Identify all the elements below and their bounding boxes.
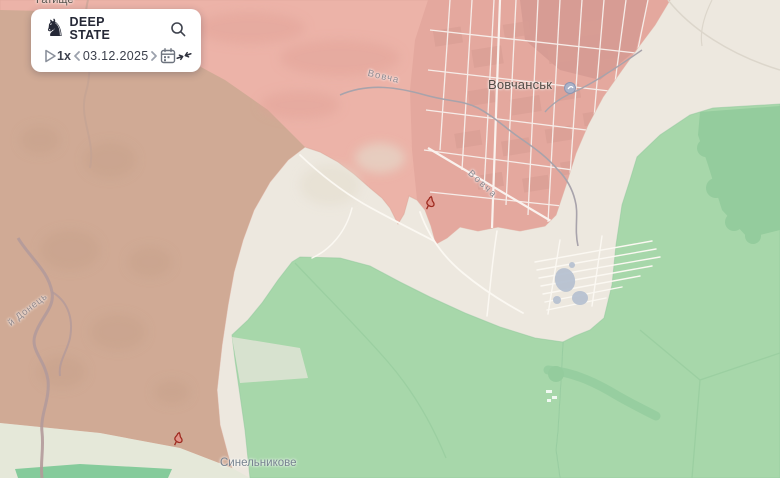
control-panel: ♞ DEEP STATE 1x — [31, 9, 201, 72]
collapse-button[interactable] — [176, 48, 192, 64]
collapse-arrows-icon — [176, 48, 192, 64]
knight-logo-icon: ♞ — [44, 18, 66, 40]
calendar-button[interactable] — [160, 48, 176, 64]
deepstate-logo: ♞ DEEP STATE — [44, 16, 110, 42]
map-symbol-icon — [565, 83, 576, 94]
deepstate-map-app: Гатище Вовчанськ Синельникове Вовча Вовч… — [0, 0, 780, 478]
map-label-synelnykove: Синельникове — [220, 457, 297, 469]
search-button[interactable] — [170, 21, 187, 38]
calendar-icon — [160, 48, 176, 64]
speed-button[interactable]: 1x — [57, 49, 71, 63]
map-label-vovchansk: Вовчанськ — [488, 77, 552, 92]
chevron-left-icon — [71, 49, 83, 63]
logo-line2: STATE — [70, 29, 111, 42]
prev-date-button[interactable] — [71, 49, 83, 63]
next-date-button[interactable] — [148, 49, 160, 63]
chevron-right-icon — [148, 49, 160, 63]
play-icon — [44, 49, 57, 63]
search-icon — [170, 21, 187, 38]
date-label: 03.12.2025 — [83, 49, 149, 63]
map-label-hatyshche: Гатище — [36, 0, 73, 6]
play-button[interactable] — [44, 49, 57, 63]
